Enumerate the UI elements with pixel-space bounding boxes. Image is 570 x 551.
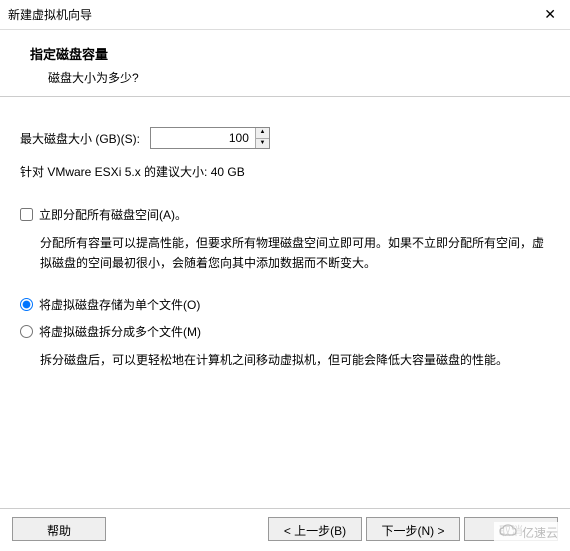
disk-size-input[interactable] bbox=[151, 128, 255, 148]
page-subtitle: 磁盘大小为多少? bbox=[48, 69, 562, 86]
titlebar: 新建虚拟机向导 ✕ bbox=[0, 0, 570, 30]
disk-size-spinner[interactable]: ▲ ▼ bbox=[150, 127, 270, 149]
next-button[interactable]: 下一步(N) > bbox=[366, 517, 460, 541]
allocate-now-checkbox[interactable] bbox=[20, 208, 33, 221]
allocate-description: 分配所有容量可以提高性能，但要求所有物理磁盘空间立即可用。如果不立即分配所有空间… bbox=[40, 233, 550, 274]
allocate-now-checkbox-row[interactable]: 立即分配所有磁盘空间(A)。 bbox=[20, 206, 550, 223]
store-split-radio[interactable] bbox=[20, 325, 33, 338]
disk-size-row: 最大磁盘大小 (GB)(S): ▲ ▼ bbox=[20, 127, 550, 149]
cloud-icon bbox=[498, 524, 518, 541]
store-split-label: 将虚拟磁盘拆分成多个文件(M) bbox=[39, 323, 201, 340]
store-single-radio[interactable] bbox=[20, 298, 33, 311]
spinner-up-icon[interactable]: ▲ bbox=[256, 128, 269, 139]
window-title: 新建虚拟机向导 bbox=[8, 6, 92, 23]
page-title: 指定磁盘容量 bbox=[30, 44, 562, 63]
watermark-text: 亿速云 bbox=[522, 524, 558, 541]
wizard-header: 指定磁盘容量 磁盘大小为多少? bbox=[0, 30, 570, 97]
close-icon[interactable]: ✕ bbox=[540, 6, 560, 23]
spinner-buttons: ▲ ▼ bbox=[255, 128, 269, 148]
store-single-label: 将虚拟磁盘存储为单个文件(O) bbox=[39, 296, 200, 313]
content-area: 最大磁盘大小 (GB)(S): ▲ ▼ 针对 VMware ESXi 5.x 的… bbox=[0, 97, 570, 402]
help-button[interactable]: 帮助 bbox=[12, 517, 106, 541]
disk-size-label: 最大磁盘大小 (GB)(S): bbox=[20, 130, 140, 147]
spinner-down-icon[interactable]: ▼ bbox=[256, 139, 269, 149]
footer: 帮助 < 上一步(B) 下一步(N) > 取消 bbox=[0, 508, 570, 541]
back-button[interactable]: < 上一步(B) bbox=[268, 517, 362, 541]
allocate-now-label: 立即分配所有磁盘空间(A)。 bbox=[39, 206, 187, 223]
store-split-radio-row[interactable]: 将虚拟磁盘拆分成多个文件(M) bbox=[20, 323, 550, 340]
store-split-description: 拆分磁盘后，可以更轻松地在计算机之间移动虚拟机，但可能会降低大容量磁盘的性能。 bbox=[40, 350, 550, 370]
recommended-size-label: 针对 VMware ESXi 5.x 的建议大小: 40 GB bbox=[20, 163, 550, 180]
store-single-radio-row[interactable]: 将虚拟磁盘存储为单个文件(O) bbox=[20, 296, 550, 313]
watermark: 亿速云 bbox=[494, 522, 562, 543]
